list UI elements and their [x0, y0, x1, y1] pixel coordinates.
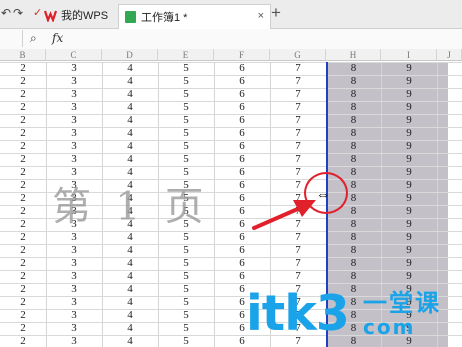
itk3-logo-sub-line1: 一堂课: [363, 289, 441, 317]
itk3-logo-text: itk3: [246, 285, 350, 342]
wps-spreadsheet-window: ↶ ↷ ✓ 我的WPS 工作簿1 * × + ⌕ fx B C D E F G …: [0, 0, 462, 347]
itk3-logo-sub-line2: com: [363, 315, 416, 339]
resize-cursor-icon: ⇔: [316, 186, 330, 202]
itk3-logo-sub: 一堂课 com: [363, 290, 441, 338]
